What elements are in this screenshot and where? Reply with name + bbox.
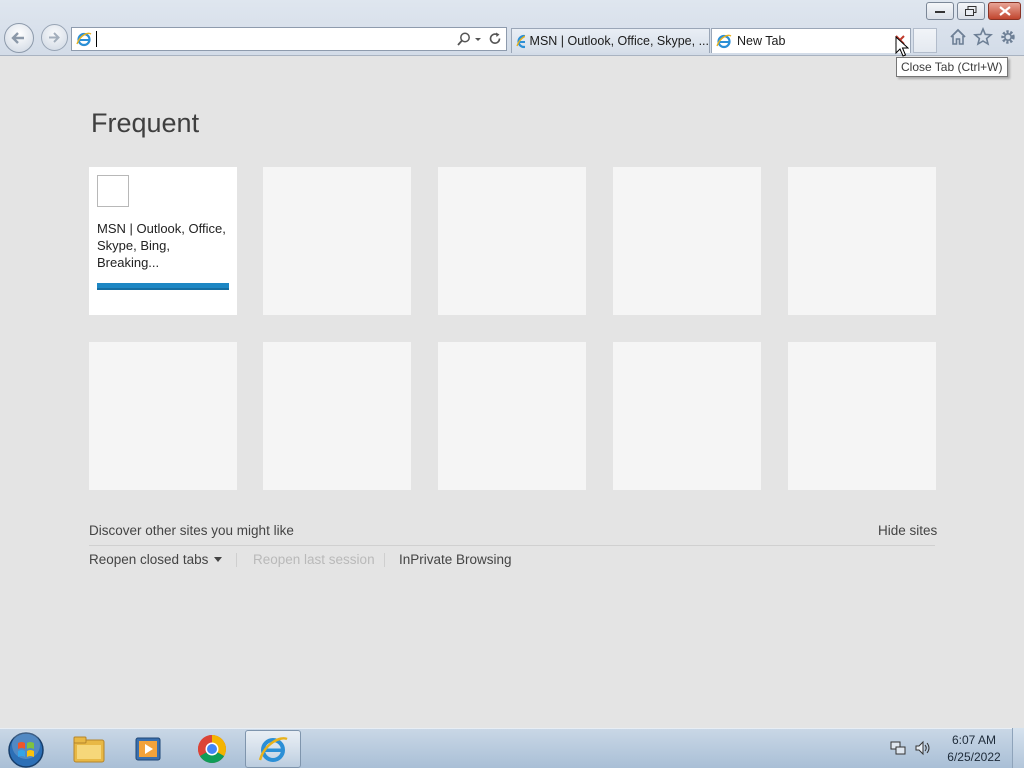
restore-button[interactable]: [957, 2, 985, 20]
page-title: Frequent: [91, 108, 200, 138]
show-desktop-button[interactable]: [1012, 728, 1024, 768]
close-icon: [998, 6, 1011, 16]
inprivate-browsing-link[interactable]: InPrivate Browsing: [399, 552, 512, 567]
site-tile-empty: [613, 342, 761, 490]
ie-icon: [516, 34, 525, 49]
tooltip: Close Tab (Ctrl+W): [896, 57, 1008, 77]
taskbar-internet-explorer[interactable]: [245, 730, 301, 768]
back-icon: [11, 32, 24, 44]
minimize-icon: [935, 11, 945, 13]
volume-icon[interactable]: [914, 740, 932, 756]
chevron-down-icon[interactable]: [473, 31, 483, 47]
clock-time[interactable]: 6:07 AM: [938, 733, 1010, 747]
chrome-icon: [198, 735, 226, 763]
start-button[interactable]: [6, 731, 46, 768]
restore-icon: [965, 6, 977, 16]
media-player-icon: [135, 737, 161, 761]
separator: [384, 553, 385, 567]
home-icon[interactable]: [948, 27, 968, 47]
ie-icon: [716, 34, 732, 49]
browser-toolbar: MSN | Outlook, Office, Skype, ... New Ta…: [0, 0, 1024, 56]
site-tile-msn[interactable]: MSN | Outlook, Office, Skype, Bing, Brea…: [89, 167, 237, 315]
gear-icon[interactable]: [998, 27, 1018, 47]
site-tile-empty: [438, 342, 586, 490]
mouse-cursor-icon: [895, 36, 909, 57]
taskbar: [0, 728, 1024, 768]
chevron-down-icon: [214, 557, 223, 562]
taskbar-file-explorer[interactable]: [61, 730, 117, 768]
tile-title: MSN | Outlook, Office, Skype, Bing, Brea…: [97, 221, 226, 270]
site-tile-empty: [788, 167, 936, 315]
forward-icon: [49, 32, 60, 43]
site-tile-empty: [263, 342, 411, 490]
new-tab-button[interactable]: [913, 28, 937, 53]
window-close-button[interactable]: [988, 2, 1021, 20]
site-tile-empty: [613, 167, 761, 315]
site-tile-empty: [89, 342, 237, 490]
tile-activity-bar: [97, 283, 229, 290]
folder-icon: [73, 736, 105, 763]
tab-label: New Tab: [737, 34, 786, 48]
network-icon[interactable]: [890, 740, 906, 756]
site-favicon: [97, 175, 129, 207]
site-tile-empty: [788, 342, 936, 490]
star-icon[interactable]: [973, 27, 993, 47]
tab-label: MSN | Outlook, Office, Skype, ...: [529, 34, 709, 48]
discover-sites-link[interactable]: Discover other sites you might like: [89, 523, 294, 538]
address-bar: [71, 27, 507, 51]
address-input[interactable]: [96, 31, 436, 47]
minimize-button[interactable]: [926, 2, 954, 20]
clock-date[interactable]: 6/25/2022: [938, 750, 1010, 764]
back-button[interactable]: [4, 23, 34, 53]
internet-explorer-icon: [258, 737, 288, 762]
reopen-last-session-link: Reopen last session: [253, 552, 375, 567]
hide-sites-link[interactable]: Hide sites: [878, 523, 937, 538]
forward-button[interactable]: [41, 24, 68, 51]
site-tile-empty: [263, 167, 411, 315]
search-icon[interactable]: [456, 31, 472, 47]
reopen-closed-label: Reopen closed tabs: [89, 552, 209, 567]
tab-msn[interactable]: MSN | Outlook, Office, Skype, ...: [511, 28, 710, 53]
refresh-icon[interactable]: [487, 31, 503, 47]
taskbar-chrome[interactable]: [184, 730, 240, 768]
tab-new-tab[interactable]: New Tab: [711, 28, 911, 53]
site-tile-empty: [438, 167, 586, 315]
reopen-closed-tabs-link[interactable]: Reopen closed tabs: [89, 552, 223, 567]
ie-icon: [76, 32, 92, 47]
separator: [236, 553, 237, 567]
taskbar-media-player[interactable]: [121, 730, 177, 768]
divider: [89, 545, 935, 546]
